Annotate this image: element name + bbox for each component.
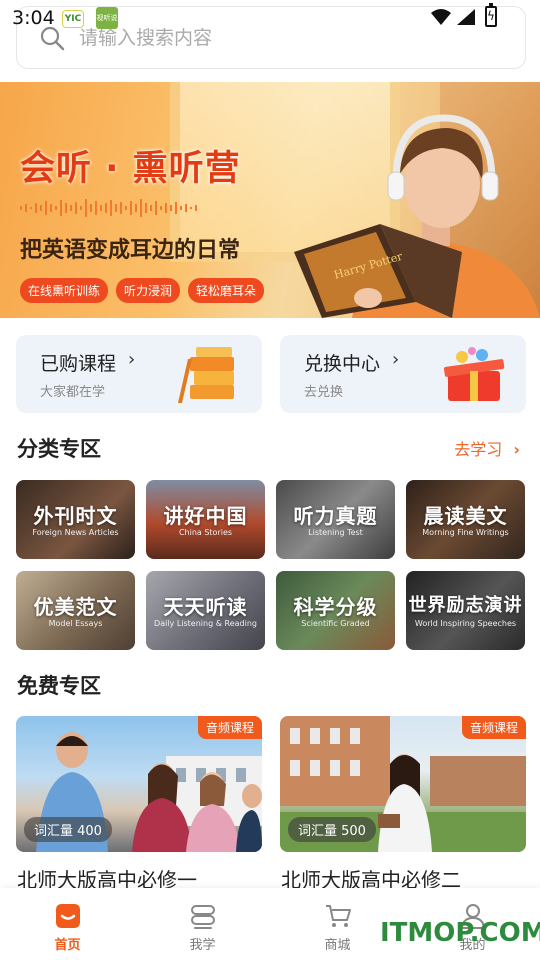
category-english-name: Daily Listening & Reading [154,619,257,628]
status-time: 3:04 [12,7,55,29]
redeem-center-card[interactable]: 兑换中心 › 去兑换 [280,335,526,413]
category-tile[interactable]: 晨读美文 Morning Fine Writings [406,480,525,559]
chevron-right-icon: › [513,440,520,459]
vocab-count-badge: 词汇量 500 [288,817,376,842]
category-section-title: 分类专区 [17,437,101,461]
category-english-name: World Inspiring Speeches [414,619,517,628]
student-with-headphones-illustration: Harry Potter [294,114,540,318]
tab-label: 首页 [54,938,81,953]
status-bar: 3:04 YIC 视听说 [0,0,540,36]
notification-app-icon: YIC [62,10,84,28]
redeem-center-title: 兑换中心 [304,353,381,375]
redeem-center-subtitle: 去兑换 [304,385,344,400]
category-tile[interactable]: 外刊时文 Foreign News Articles [16,480,135,559]
category-tile[interactable]: 讲好中国 China Stories [146,480,265,559]
category-english-name: China Stories [178,528,233,537]
category-grid: 外刊时文 Foreign News Articles 讲好中国 China St… [16,480,526,650]
promo-banner[interactable]: 会听 · 熏听营 把英语变成耳边的日常 在线熏听训练 听力浸润 轻松磨耳朵 Ha… [0,82,540,318]
sound-wave-icon [20,199,197,217]
category-tile[interactable]: 科学分级 Scientific Graded [276,571,395,650]
tab-home[interactable]: 首页 [0,888,135,960]
category-name: 天天听读 [163,595,248,619]
banner-tag: 听力浸润 [116,278,181,303]
notification-app-icon-2: 视听说 [96,7,118,29]
banner-tag: 轻松磨耳朵 [188,278,265,303]
study-icon [191,905,215,929]
tab-label: 我学 [189,938,216,953]
home-icon [56,904,80,928]
banner-tags: 在线熏听训练 听力浸润 轻松磨耳朵 [20,278,265,303]
category-english-name: Scientific Graded [301,619,370,628]
books-icon [178,347,234,403]
category-tile[interactable]: 听力真题 Listening Test [276,480,395,559]
category-english-name: Foreign News Articles [32,528,119,537]
category-name: 世界励志演讲 [408,595,523,616]
chevron-right-icon: › [128,349,136,370]
chevron-right-icon: › [392,349,400,370]
wifi-icon [431,9,451,25]
watermark-text: ITMOP.COM [380,918,540,948]
signal-icon [457,9,475,25]
category-tile[interactable]: 世界励志演讲 World Inspiring Speeches [406,571,525,650]
app-screen: 3:04 YIC 视听说 会听 · 熏听营 [0,0,540,960]
gift-box-icon [443,347,505,401]
category-name: 讲好中国 [163,504,248,528]
banner-title: 会听 · 熏听营 [20,149,241,189]
free-course-card[interactable]: 音频课程 词汇量 500 [280,716,526,852]
category-name: 外刊时文 [33,504,118,528]
category-tile[interactable]: 优美范文 Model Essays [16,571,135,650]
category-english-name: Listening Test [308,528,363,537]
free-section-title: 免费专区 [17,674,101,698]
audio-course-badge: 音频课程 [461,716,526,739]
free-course-card[interactable]: 音频课程 词汇量 400 [16,716,262,852]
category-english-name: Morning Fine Writings [422,528,509,537]
category-english-name: Model Essays [48,619,103,628]
go-study-label: 去学习 [454,440,503,459]
purchased-courses-subtitle: 大家都在学 [40,385,106,400]
banner-tag: 在线熏听训练 [20,278,109,303]
banner-subtitle: 把英语变成耳边的日常 [20,238,241,263]
purchased-courses-card[interactable]: 已购课程 › 大家都在学 [16,335,262,413]
cart-icon [326,905,351,927]
category-name: 晨读美文 [423,504,508,528]
tab-study[interactable]: 我学 [135,888,270,960]
category-name: 优美范文 [33,595,118,619]
category-name: 科学分级 [293,595,378,619]
category-tile[interactable]: 天天听读 Daily Listening & Reading [146,571,265,650]
purchased-courses-title: 已购课程 [40,353,117,375]
battery-icon [485,3,497,27]
vocab-count-badge: 词汇量 400 [24,817,112,842]
go-study-link[interactable]: 去学习 › [454,436,520,460]
audio-course-badge: 音频课程 [197,716,262,739]
category-name: 听力真题 [293,504,378,528]
